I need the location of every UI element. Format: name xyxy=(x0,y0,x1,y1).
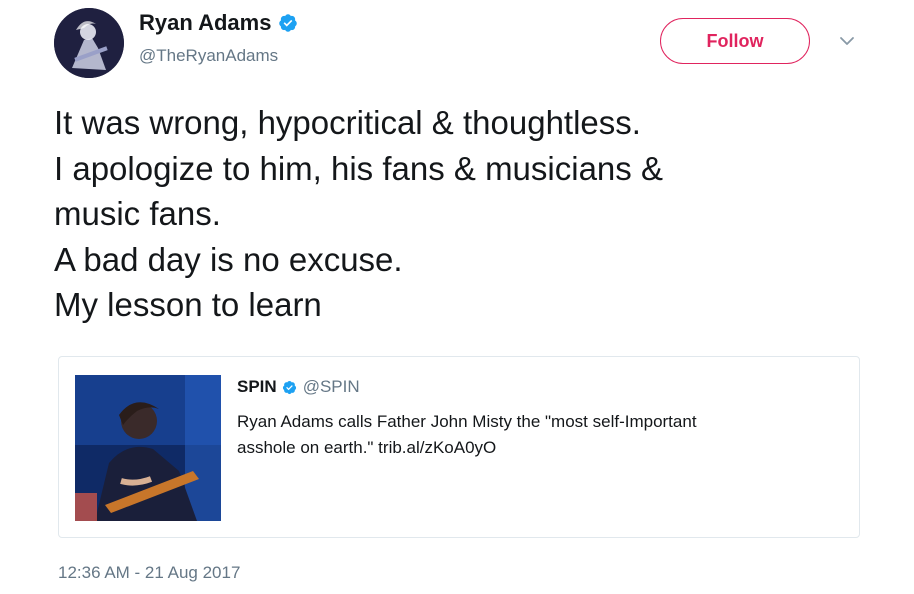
tweet-line: I apologize to him, his fans & musicians… xyxy=(54,149,663,187)
tweet-line: It was wrong, hypocritical & thoughtless… xyxy=(54,104,641,141)
quoted-text-line: Ryan Adams calls Father John Misty the "… xyxy=(237,412,697,431)
tweet-line: music fans. xyxy=(54,195,221,232)
tweet-timestamp[interactable]: 12:36 AM - 21 Aug 2017 xyxy=(58,563,240,583)
author-avatar[interactable] xyxy=(54,8,124,78)
author-name[interactable]: Ryan Adams xyxy=(139,10,271,36)
quoted-tweet-text: Ryan Adams calls Father John Misty the "… xyxy=(237,409,837,461)
quoted-author-handle[interactable]: @SPIN xyxy=(303,377,360,397)
author-name-row: Ryan Adams xyxy=(139,10,298,36)
tweet-line: My lesson to learn xyxy=(54,286,322,323)
verified-badge-icon xyxy=(282,380,296,394)
quoted-tweet-image[interactable] xyxy=(75,375,221,521)
quoted-tweet-header: SPIN @SPIN xyxy=(237,377,360,397)
quoted-text-line: asshole on earth." trib.al/zKoA0yO xyxy=(237,438,497,457)
chevron-down-icon[interactable] xyxy=(838,32,856,50)
tweet-line: A bad day is no excuse. xyxy=(54,240,403,278)
quoted-tweet-card[interactable]: SPIN @SPIN Ryan Adams calls Father John … xyxy=(58,356,860,538)
author-handle[interactable]: @TheRyanAdams xyxy=(139,46,278,66)
tweet-text: It was wrong, hypocritical & thoughtless… xyxy=(54,100,874,328)
verified-badge-icon xyxy=(279,14,298,32)
follow-button[interactable]: Follow xyxy=(660,18,810,64)
quoted-author-name[interactable]: SPIN xyxy=(237,377,277,397)
